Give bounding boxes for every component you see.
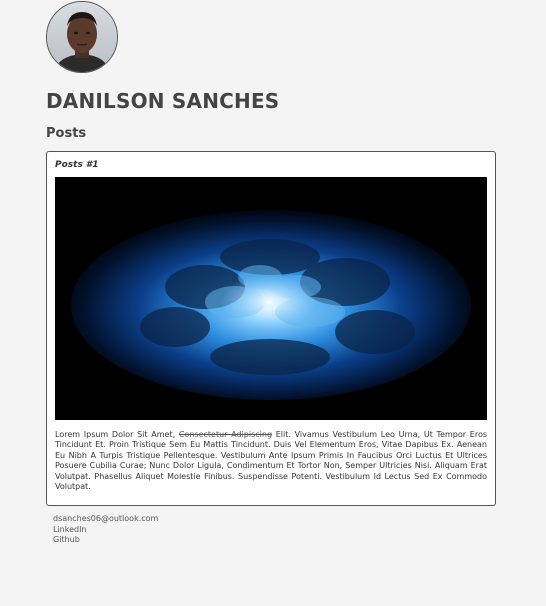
blue-nebula-cloud-image (55, 177, 487, 420)
github-link[interactable]: Github (53, 535, 158, 546)
profile-name: DANILSON SANCHES (46, 89, 280, 113)
posts-section-title: Posts (46, 126, 87, 141)
email-link[interactable]: dsanches06@outlook.com (53, 514, 158, 525)
post-image (55, 177, 487, 420)
avatar (46, 1, 118, 73)
post-body-strikethrough: Consectetur Adipiscing (178, 430, 273, 439)
post-body: Lorem Ipsum Dolor Sit Amet, Consectetur … (55, 430, 487, 492)
linkedin-link[interactable]: LinkedIn (53, 525, 158, 536)
post-title: Posts #1 (55, 160, 99, 170)
post-body-text-start: Lorem Ipsum Dolor Sit Amet, (55, 430, 179, 439)
post-body-text-rest: Elit. Vivamus Vestibulum Leo Urna, Ut Te… (55, 430, 488, 492)
profile-photo (47, 2, 117, 72)
footer: dsanches06@outlook.com LinkedIn Github (53, 514, 158, 546)
post-card: Posts #1 Lorem Ipsum Dolor Sit Amet, Con… (46, 151, 496, 506)
